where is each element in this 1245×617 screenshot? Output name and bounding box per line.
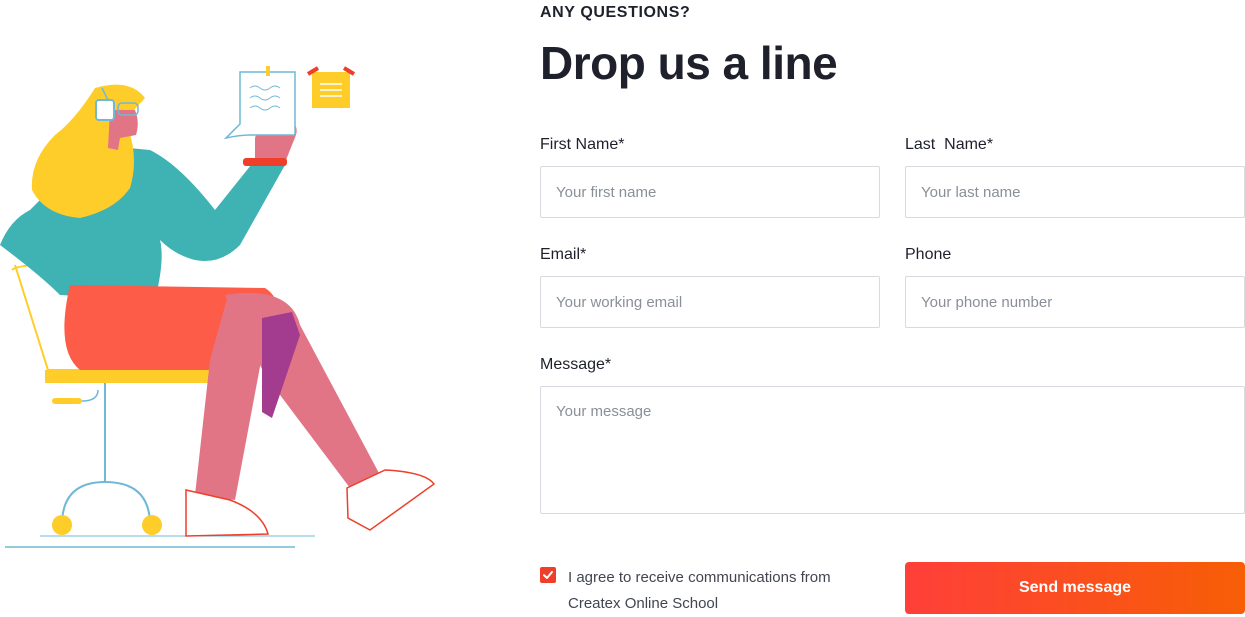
contact-form-section: ANY QUESTIONS? Drop us a line First Name…	[540, 0, 1245, 614]
page-title: Drop us a line	[540, 37, 838, 89]
email-input[interactable]	[540, 276, 880, 328]
section-eyebrow: ANY QUESTIONS?	[540, 4, 691, 21]
phone-label: Phone	[905, 246, 952, 263]
consent-checkbox[interactable]	[540, 567, 556, 583]
first-name-label: First Name*	[540, 136, 625, 153]
message-label: Message*	[540, 356, 612, 373]
first-name-input[interactable]	[540, 166, 880, 218]
message-textarea[interactable]	[540, 386, 1245, 514]
checkmark-icon	[543, 571, 553, 579]
email-label: Email*	[540, 246, 587, 263]
send-message-button[interactable]: Send message	[905, 562, 1245, 614]
woman-on-chair-illustration	[0, 60, 440, 560]
last-name-label: Last Name*	[905, 136, 994, 153]
phone-input[interactable]	[905, 276, 1245, 328]
consent-label: I agree to receive communications from C…	[568, 569, 831, 612]
last-name-input[interactable]	[905, 166, 1245, 218]
